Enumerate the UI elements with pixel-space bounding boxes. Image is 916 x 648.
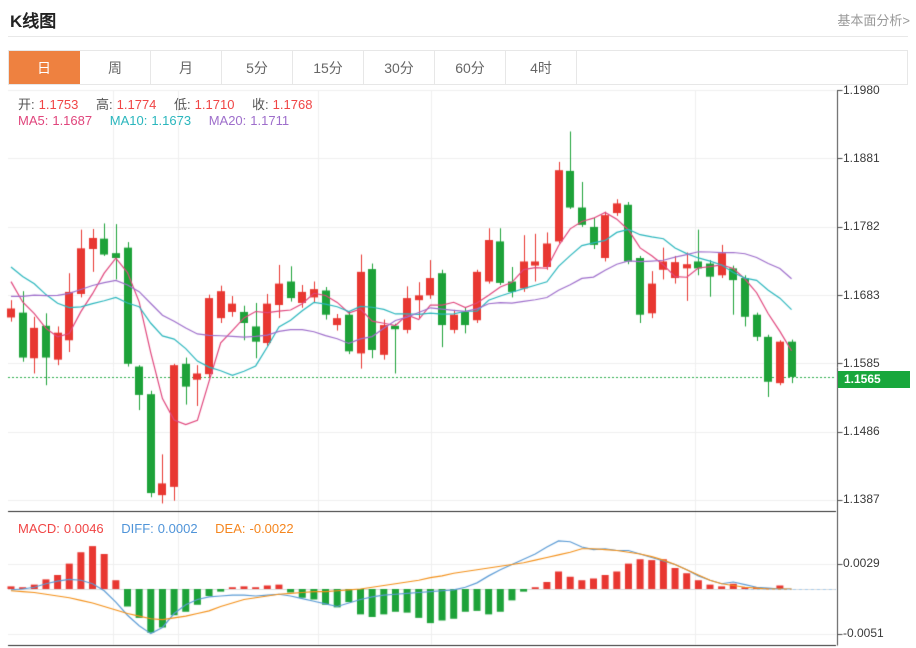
ma5-label: MA5:	[18, 113, 48, 128]
high-value: 1.1774	[117, 97, 157, 112]
tab-day[interactable]: 日	[9, 51, 80, 84]
tab-5min[interactable]: 5分	[222, 51, 293, 84]
price-axis-label: 1.1980	[843, 83, 913, 97]
dea-value: -0.0022	[250, 521, 294, 536]
low-value: 1.1710	[195, 97, 235, 112]
high-label: 高:	[96, 97, 113, 112]
close-value: 1.1768	[273, 97, 313, 112]
tab-month[interactable]: 月	[151, 51, 222, 84]
close-label: 收:	[252, 97, 269, 112]
ma20-label: MA20:	[209, 113, 247, 128]
price-axis-label: 1.1387	[843, 492, 913, 506]
ma-header: MA5: 1.1687 MA10:1.1673 MA20:1.1711	[18, 113, 293, 128]
dea-label: DEA:	[215, 521, 245, 536]
tab-15min[interactable]: 15分	[293, 51, 364, 84]
interval-tabbar: 日 周 月 5分 15分 30分 60分 4时	[8, 50, 908, 85]
diff-value: 0.0002	[158, 521, 198, 536]
price-axis-label: 1.1683	[843, 288, 913, 302]
price-axis-label: 1.1782	[843, 219, 913, 233]
tab-4hour[interactable]: 4时	[506, 51, 577, 84]
macd-value: 0.0046	[64, 521, 104, 536]
title-divider	[8, 36, 908, 37]
price-axis-label: 1.1486	[843, 424, 913, 438]
ma20-value: 1.1711	[250, 113, 289, 128]
macd-axis-label: -0.0051	[843, 626, 913, 640]
fundamental-analysis-link[interactable]: 基本面分析>	[837, 10, 910, 29]
page-title: K线图	[10, 7, 56, 32]
tab-60min[interactable]: 60分	[435, 51, 506, 84]
open-value: 1.1753	[39, 97, 79, 112]
price-axis-label: 1.1585	[843, 356, 913, 370]
diff-label: DIFF:	[121, 521, 154, 536]
current-price-tag: 1.1565	[838, 371, 910, 388]
ma5-value: 1.1687	[52, 113, 92, 128]
open-label: 开:	[18, 97, 35, 112]
ma10-value: 1.1673	[151, 113, 191, 128]
ma10-label: MA10:	[110, 113, 148, 128]
ohlc-header: 开: 1.1753 高: 1.1774 低: 1.1710 收: 1.1768	[18, 94, 316, 113]
macd-header: MACD: 0.0046 DIFF: 0.0002 DEA: -0.0022	[18, 521, 298, 536]
macd-label: MACD:	[18, 521, 60, 536]
low-label: 低:	[174, 97, 191, 112]
tab-30min[interactable]: 30分	[364, 51, 435, 84]
price-axis-label: 1.1881	[843, 151, 913, 165]
macd-axis-label: 0.0029	[843, 556, 913, 570]
tab-week[interactable]: 周	[80, 51, 151, 84]
